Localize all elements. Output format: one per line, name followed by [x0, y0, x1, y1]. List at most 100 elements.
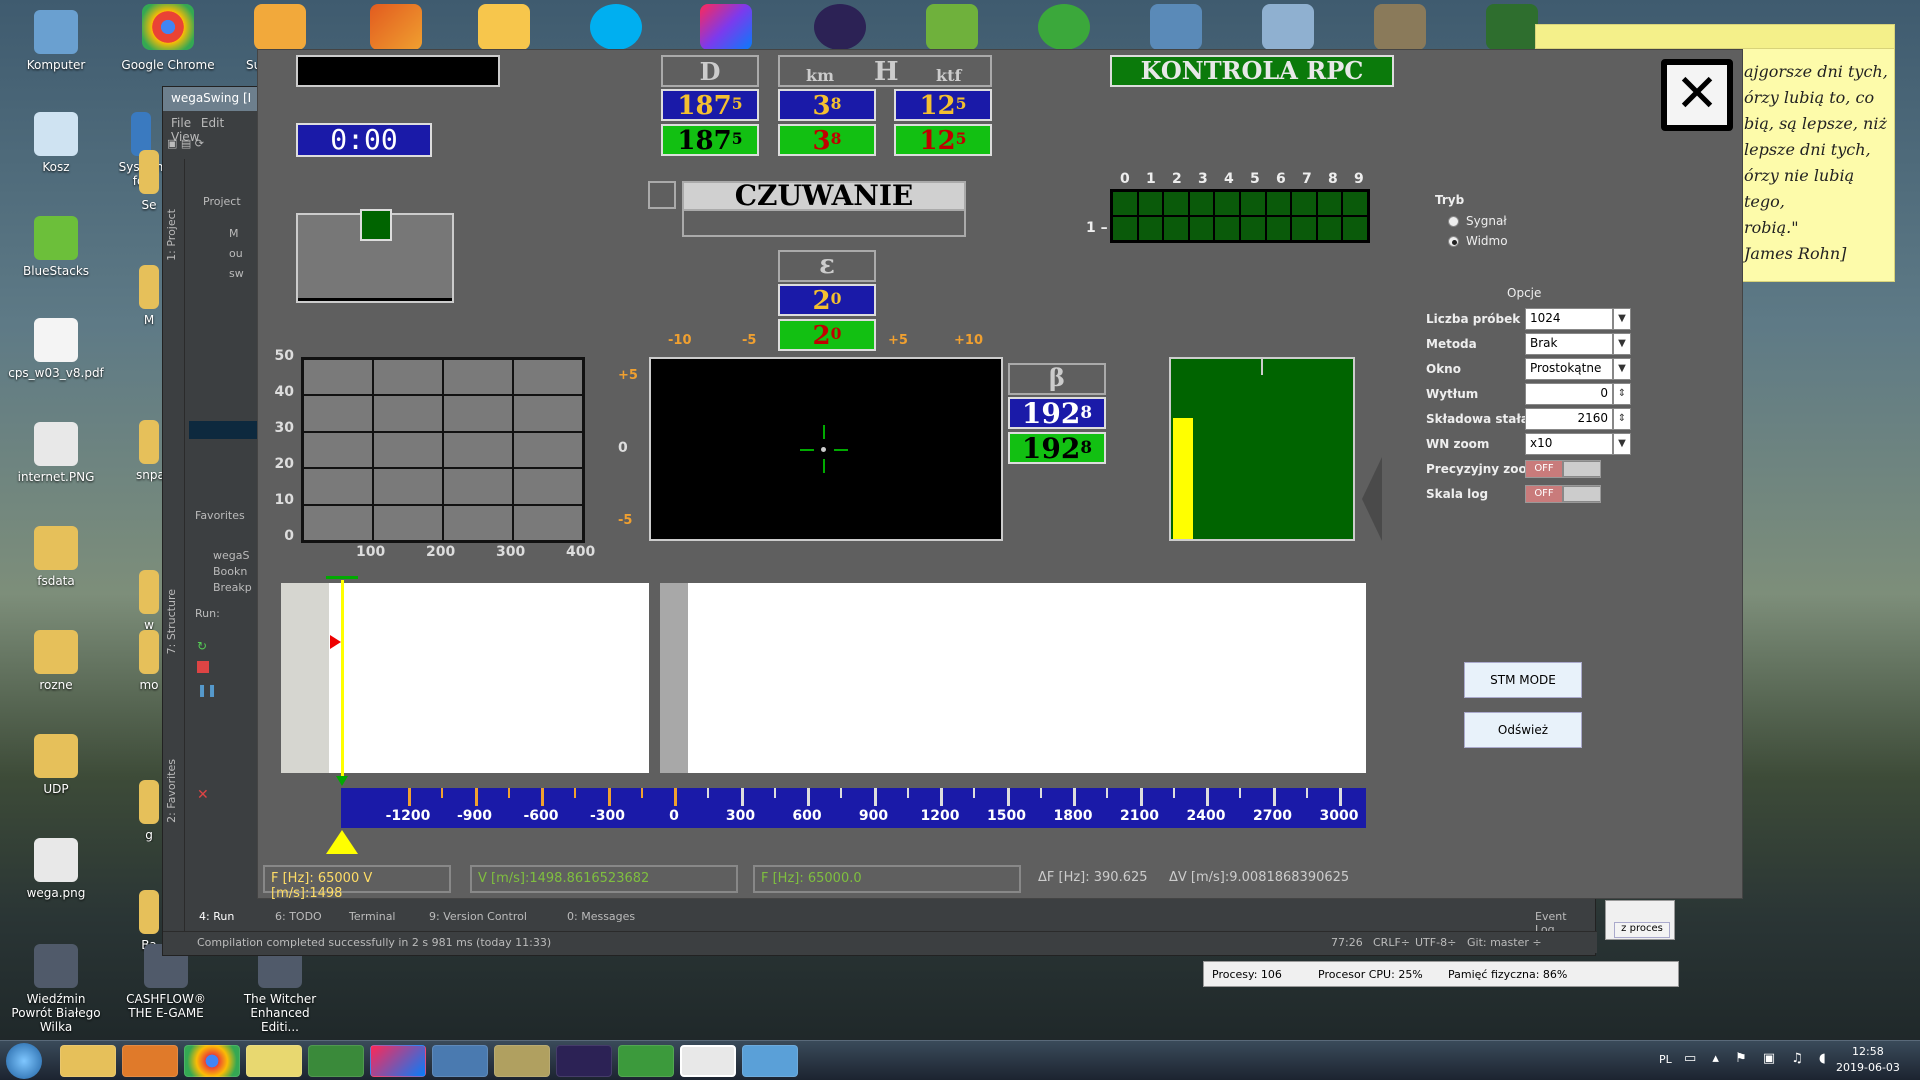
taskbar-media-icon[interactable] — [122, 1045, 178, 1077]
taskbar-box-icon[interactable] — [742, 1045, 798, 1077]
chevron-down-icon[interactable]: ▼ — [1613, 358, 1631, 380]
taskbar-paint-icon[interactable] — [494, 1045, 550, 1077]
project-side-tab[interactable]: 1: Project — [165, 209, 178, 261]
option-select[interactable]: 1024 — [1525, 308, 1613, 330]
taskbar-notes-icon[interactable] — [246, 1045, 302, 1077]
favorites-item-breakpoints[interactable]: Breakp — [213, 581, 252, 594]
matlab-icon[interactable] — [370, 4, 422, 50]
desktop-icon[interactable]: BlueStacks — [8, 216, 104, 278]
skype-icon[interactable] — [590, 4, 642, 50]
arrow-app-icon[interactable] — [1486, 4, 1538, 50]
stm-mode-button[interactable]: STM MODE — [1464, 662, 1582, 698]
wifi-icon[interactable] — [926, 4, 978, 50]
taskbar-w-icon[interactable] — [618, 1045, 674, 1077]
tray-clock-date[interactable]: 2019-06-03 — [1836, 1061, 1900, 1074]
eclipse-icon[interactable] — [814, 4, 866, 50]
desktop-icon[interactable]: The Witcher Enhanced Editi... — [232, 944, 328, 1034]
tray-icons[interactable]: ▭ ▴ ⚑ ▣ ♫ ◖ — [1684, 1051, 1832, 1066]
gimp-icon[interactable] — [1374, 4, 1426, 50]
run-stop-icon[interactable] — [197, 661, 209, 673]
desktop-icon[interactable]: fsdata — [8, 526, 104, 588]
tab-terminal[interactable]: Terminal — [349, 910, 396, 923]
taskbar-eclipse-icon[interactable] — [556, 1045, 612, 1077]
chrome-icon[interactable] — [142, 4, 194, 50]
desktop-icon[interactable]: w — [136, 570, 162, 632]
tree-item-m[interactable]: M — [229, 227, 239, 240]
favorites-item-bookmarks[interactable]: Bookn — [213, 565, 247, 578]
desktop-icon[interactable]: g — [136, 780, 162, 842]
option-spinner[interactable]: 0 — [1525, 383, 1613, 405]
desktop-icon[interactable]: Ba — [136, 890, 162, 952]
taskbar-intellij-icon[interactable] — [370, 1045, 426, 1077]
status-checkbox[interactable] — [648, 181, 676, 209]
close-button[interactable]: ✕ — [1661, 59, 1733, 131]
desktop-icon[interactable]: Kosz — [8, 112, 104, 174]
status-git[interactable]: Git: master ÷ — [1467, 936, 1542, 949]
desktop-icon[interactable]: cps_w03_v8.pdf — [8, 318, 104, 380]
freq-scale[interactable]: -1200 -900 -600 -300 0 300 600 900 1200 1500 1800 2… — [341, 788, 1366, 828]
taskbar-network-icon[interactable] — [432, 1045, 488, 1077]
freq-cursor-triangle[interactable] — [326, 830, 358, 854]
option-toggle[interactable]: OFF — [1525, 460, 1601, 478]
refresh-app-icon[interactable] — [1038, 4, 1090, 50]
refresh-button[interactable]: Odśwież — [1464, 712, 1582, 748]
lightbulb-icon[interactable] — [254, 4, 306, 50]
desktop-icon[interactable]: M — [136, 265, 162, 327]
tab-version-control[interactable]: 9: Version Control — [429, 910, 527, 923]
desktop-icon[interactable]: mo — [136, 630, 162, 692]
run-pause-icon[interactable]: ❚❚ — [197, 683, 217, 697]
tray-clock-time[interactable]: 12:58 — [1852, 1045, 1884, 1058]
desktop-icon[interactable]: rozne — [8, 630, 104, 692]
sticky-note-bar[interactable] — [1536, 25, 1894, 49]
m-app-icon[interactable] — [478, 4, 530, 50]
project-tab-label[interactable]: Project — [203, 195, 241, 208]
spectrum-cursor-line[interactable] — [341, 580, 344, 776]
status-encoding[interactable]: UTF-8÷ — [1415, 936, 1456, 949]
taskbar-chrome-icon[interactable] — [184, 1045, 240, 1077]
lock-app-icon[interactable] — [1150, 4, 1202, 50]
taskbar-java-icon[interactable] — [680, 1045, 736, 1077]
menu-edit[interactable]: Edit — [201, 116, 224, 130]
end-process-button[interactable]: z proces — [1614, 922, 1670, 938]
option-select[interactable]: x10 — [1525, 433, 1613, 455]
radio-widmo[interactable]: Widmo — [1448, 234, 1568, 250]
database-icon[interactable] — [1262, 4, 1314, 50]
desktop-icon[interactable]: Se — [136, 150, 162, 212]
desktop-icon[interactable]: wega.png — [8, 838, 104, 900]
desktop-icon[interactable]: snpa — [136, 420, 162, 482]
option-select[interactable]: Prostokątne — [1525, 358, 1613, 380]
chevron-down-icon[interactable]: ▼ — [1613, 333, 1631, 355]
desktop-icon[interactable]: UDP — [8, 734, 104, 796]
status-line-sep[interactable]: CRLF÷ — [1373, 936, 1410, 949]
status-position[interactable]: 77:26 — [1331, 936, 1363, 949]
desktop-icon[interactable]: Wiedźmin Powrót Białego Wilka — [8, 944, 104, 1034]
ide-menubar[interactable]: File Edit View — [163, 111, 263, 144]
chevron-down-icon[interactable]: ▼ — [1613, 433, 1631, 455]
favorites-item-wega[interactable]: wegaS — [213, 549, 249, 562]
rpc-app-window[interactable]: 0:00 D 1875 1875 km H ktf 38 38 125 125 … — [257, 49, 1743, 901]
tree-item-sw[interactable]: sw — [229, 267, 244, 280]
spinner-arrows-icon[interactable]: ⇕ — [1613, 408, 1631, 430]
run-rerun-icon[interactable]: ↻ — [197, 639, 209, 653]
chevron-down-icon[interactable]: ▼ — [1613, 308, 1631, 330]
intellij-icon[interactable] — [700, 4, 752, 50]
menu-file[interactable]: File — [171, 116, 191, 130]
tab-todo[interactable]: 6: TODO — [275, 910, 322, 923]
tab-run[interactable]: 4: Run — [199, 910, 234, 923]
structure-side-tab[interactable]: 7: Structure — [165, 589, 178, 654]
option-spinner[interactable]: 2160 — [1525, 408, 1613, 430]
taskbar-monitor-icon[interactable] — [308, 1045, 364, 1077]
desktop-icon[interactable]: Komputer — [8, 10, 104, 72]
favorites-side-tab[interactable]: 2: Favorites — [165, 759, 178, 823]
run-close-icon[interactable]: ✕ — [197, 787, 209, 803]
taskbar-explorer-icon[interactable] — [60, 1045, 116, 1077]
desktop-icon[interactable]: internet.PNG — [8, 422, 104, 484]
start-button[interactable] — [6, 1043, 42, 1079]
radio-sygnal[interactable]: Sygnał — [1448, 214, 1568, 230]
option-select[interactable]: Brak — [1525, 333, 1613, 355]
tray-language[interactable]: PL — [1659, 1053, 1672, 1066]
option-toggle[interactable]: OFF — [1525, 485, 1601, 503]
panel-collapse-arrow[interactable] — [1362, 457, 1382, 541]
tab-messages[interactable]: 0: Messages — [567, 910, 635, 923]
spinner-arrows-icon[interactable]: ⇕ — [1613, 383, 1631, 405]
